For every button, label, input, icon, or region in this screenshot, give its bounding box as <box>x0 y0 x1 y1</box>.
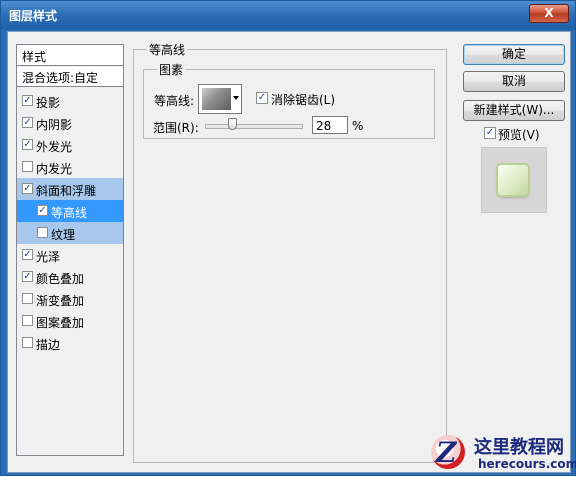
contour-curve-preview <box>202 88 231 110</box>
drop-shadow-checkbox[interactable]: ✓ <box>22 95 33 106</box>
cancel-button[interactable]: 取消 <box>463 71 565 92</box>
pattern-overlay-checkbox[interactable] <box>22 315 33 326</box>
site-watermark: Z 这里教程网 herecours.com <box>431 433 576 477</box>
texture-checkbox[interactable] <box>37 227 48 238</box>
inner-glow-checkbox[interactable] <box>22 161 33 172</box>
window-title: 图层样式 <box>9 9 58 23</box>
stroke-checkbox[interactable] <box>22 337 33 348</box>
style-item-outer-glow[interactable]: ✓ 外发光 <box>17 134 123 156</box>
style-preview <box>481 147 547 213</box>
range-label: 范围(R): <box>153 121 199 135</box>
watermark-url: herecours.com <box>478 457 576 471</box>
preview-label: 预览(V) <box>498 128 540 142</box>
satin-checkbox[interactable]: ✓ <box>22 249 33 260</box>
color-overlay-checkbox[interactable]: ✓ <box>22 271 33 282</box>
chevron-down-icon[interactable] <box>233 96 239 100</box>
contour-checkbox[interactable]: ✓ <box>37 205 48 216</box>
title-bar: 图层样式 X <box>1 1 575 30</box>
elements-group-title: 图素 <box>157 61 186 78</box>
range-slider-thumb[interactable] <box>227 118 237 130</box>
new-style-button[interactable]: 新建样式(W)... <box>463 100 565 121</box>
range-unit: % <box>352 119 364 133</box>
style-item-bevel-emboss[interactable]: ✓ 斜面和浮雕 <box>17 178 123 200</box>
preview-checkbox[interactable]: ✓ <box>484 127 496 139</box>
antialias-label: 消除锯齿(L) <box>271 93 336 107</box>
watermark-title: 这里教程网 <box>474 437 564 458</box>
style-item-pattern-overlay[interactable]: 图案叠加 <box>17 310 123 332</box>
style-item-stroke[interactable]: 描边 <box>17 332 123 354</box>
range-input[interactable]: 28 <box>312 116 348 134</box>
style-item-color-overlay[interactable]: ✓ 颜色叠加 <box>17 266 123 288</box>
outer-glow-checkbox[interactable]: ✓ <box>22 139 33 150</box>
style-item-gradient-overlay[interactable]: 渐变叠加 <box>17 288 123 310</box>
gradient-overlay-checkbox[interactable] <box>22 293 33 304</box>
contour-group-title: 等高线 <box>147 41 188 58</box>
style-item-satin[interactable]: ✓ 光泽 <box>17 244 123 266</box>
antialias-checkbox[interactable]: ✓ <box>256 92 268 104</box>
blend-options-item[interactable]: 混合选项:自定 <box>17 67 123 87</box>
bevel-emboss-checkbox[interactable]: ✓ <box>22 183 33 194</box>
close-button[interactable]: X <box>529 4 569 23</box>
style-item-inner-shadow[interactable]: ✓ 内阴影 <box>17 112 123 134</box>
style-item-inner-glow[interactable]: 内发光 <box>17 156 123 178</box>
styles-header[interactable]: 样式 <box>17 45 123 66</box>
inner-shadow-checkbox[interactable]: ✓ <box>22 117 33 128</box>
contour-label: 等高线: <box>154 94 195 108</box>
contour-picker[interactable] <box>198 84 242 114</box>
range-slider-track[interactable] <box>205 124 303 129</box>
style-item-texture[interactable]: 纹理 <box>17 222 123 244</box>
style-item-contour[interactable]: ✓ 等高线 <box>17 200 123 222</box>
ok-button[interactable]: 确定 <box>463 44 565 65</box>
layer-style-dialog: 图层样式 X 样式 混合选项:自定 ✓ 投影 ✓ 内阴影 ✓ 外发光 内发光 ✓… <box>0 0 576 476</box>
styles-list: 样式 混合选项:自定 ✓ 投影 ✓ 内阴影 ✓ 外发光 内发光 ✓ 斜面和浮雕 <box>16 44 124 456</box>
style-item-drop-shadow[interactable]: ✓ 投影 <box>17 90 123 112</box>
style-preview-swatch <box>498 165 528 195</box>
